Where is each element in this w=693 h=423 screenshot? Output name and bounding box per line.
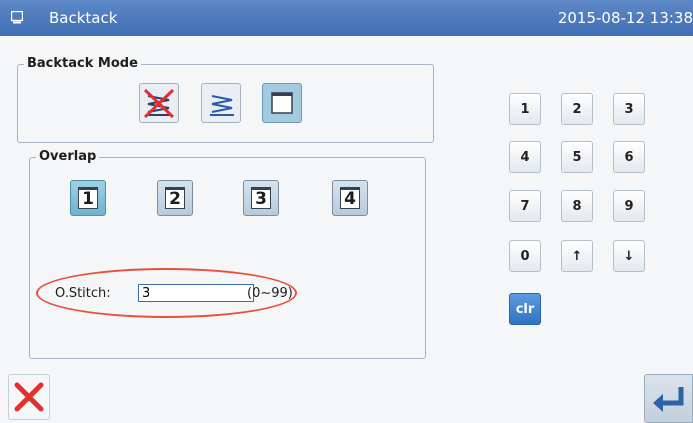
keypad-key-4[interactable]: 4 — [509, 141, 541, 173]
overlap-option-label: 2 — [165, 187, 185, 209]
cancel-button[interactable] — [8, 374, 50, 420]
keypad-key-0[interactable]: 0 — [509, 240, 541, 272]
backtack-mode-off-button[interactable] — [139, 83, 179, 123]
overlap-option-3-button[interactable]: 3 — [243, 180, 279, 216]
keypad-key-9[interactable]: 9 — [613, 190, 645, 222]
backtack-blank-icon — [271, 92, 293, 114]
overlap-option-label: 1 — [78, 187, 98, 209]
overlap-option-1-button[interactable]: 1 — [70, 180, 106, 216]
backtack-mode-zigzag-button[interactable] — [201, 83, 241, 123]
backtack-zigzag-icon — [210, 95, 234, 116]
overlap-stitch-label: O.Stitch: — [55, 286, 111, 301]
keypad-key-8[interactable]: 8 — [561, 190, 593, 222]
backtack-mode-blank-button[interactable] — [262, 83, 302, 123]
keypad-key-5[interactable]: 5 — [561, 141, 593, 173]
overlap-group: Overlap 1 2 3 4 O.Stitch: (0~99) — [29, 149, 426, 359]
keypad-key-2[interactable]: 2 — [561, 93, 593, 125]
enter-icon — [652, 386, 683, 412]
overlap-stitch-range: (0~99) — [247, 286, 293, 301]
overlap-stitch-input[interactable] — [138, 284, 254, 302]
keypad-key-up[interactable]: ↑ — [561, 240, 593, 272]
display-icon — [11, 11, 23, 24]
keypad-key-6[interactable]: 6 — [613, 141, 645, 173]
datetime-display: 2015-08-12 13:38 — [557, 9, 693, 27]
overlap-label: Overlap — [36, 149, 100, 164]
title-bar: Backtack 2015-08-12 13:38 — [0, 0, 693, 36]
close-icon — [14, 382, 44, 412]
confirm-button[interactable] — [644, 374, 693, 423]
keypad-key-3[interactable]: 3 — [613, 93, 645, 125]
keypad-key-down[interactable]: ↓ — [613, 240, 645, 272]
overlap-option-4-button[interactable]: 4 — [332, 180, 368, 216]
overlap-option-2-button[interactable]: 2 — [157, 180, 193, 216]
overlap-option-label: 3 — [251, 187, 271, 209]
overlap-option-label: 4 — [340, 187, 360, 209]
backtack-mode-group: Backtack Mode — [17, 56, 434, 143]
page-title: Backtack — [49, 9, 118, 27]
keypad-key-7[interactable]: 7 — [509, 190, 541, 222]
backtack-mode-label: Backtack Mode — [24, 56, 141, 71]
backtack-disabled-icon — [143, 88, 175, 119]
keypad-key-1[interactable]: 1 — [509, 93, 541, 125]
keypad-clear-button[interactable]: clr — [509, 293, 541, 325]
